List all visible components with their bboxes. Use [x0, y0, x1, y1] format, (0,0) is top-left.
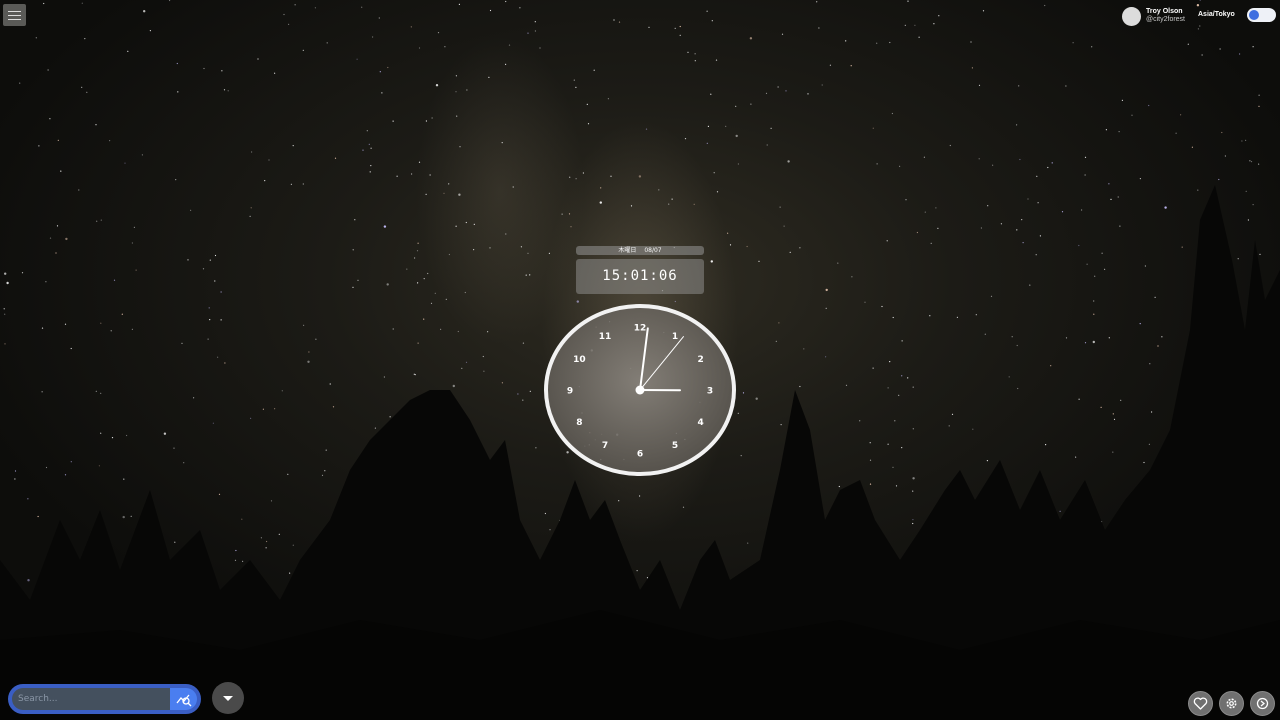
search-bar: [8, 684, 201, 714]
heart-icon: [1193, 697, 1208, 710]
settings-button[interactable]: [1219, 691, 1244, 716]
clock-number: 5: [672, 441, 678, 451]
theme-toggle[interactable]: [1247, 8, 1276, 22]
menu-button[interactable]: [3, 4, 26, 26]
gear-icon: [1226, 698, 1237, 709]
user-profile[interactable]: Troy Olson @city2forest: [1122, 6, 1185, 26]
toggle-knob: [1249, 10, 1259, 20]
date-label: 08/07: [644, 247, 662, 254]
avatar: [1122, 6, 1141, 26]
clock-number: 8: [576, 418, 582, 428]
clock-number: 1: [672, 332, 678, 342]
clock-number: 7: [602, 441, 608, 451]
search-input[interactable]: [12, 688, 170, 710]
clock-number: 11: [599, 332, 612, 342]
favorite-button[interactable]: [1188, 691, 1213, 716]
digital-clock: 15:01:06: [576, 259, 704, 294]
search-trend-icon: [176, 694, 192, 707]
clock-number: 2: [697, 355, 703, 365]
info-button[interactable]: [1250, 691, 1275, 716]
clock-center: [635, 385, 645, 395]
user-name: Troy Olson: [1146, 8, 1183, 15]
analog-clock: 121234567891011: [544, 304, 736, 476]
hamburger-icon: [8, 11, 21, 12]
caret-down-icon: [223, 696, 233, 701]
weekday-label: 木曜日: [618, 247, 637, 254]
timezone-label: Asia/Tokyo: [1198, 11, 1235, 18]
clock-number: 12: [634, 324, 647, 334]
clock-number: 6: [637, 450, 643, 460]
clock-number: 10: [573, 355, 586, 365]
clock-number: 9: [567, 387, 573, 397]
user-handle: @city2forest: [1146, 16, 1186, 23]
clock-number: 3: [707, 387, 713, 397]
search-submit-button[interactable]: [170, 688, 197, 710]
date-bar: 木曜日 08/07: [576, 246, 704, 255]
circle-arrow-icon: [1256, 697, 1269, 710]
clock-number: 4: [697, 418, 703, 428]
dropdown-button[interactable]: [212, 682, 244, 714]
